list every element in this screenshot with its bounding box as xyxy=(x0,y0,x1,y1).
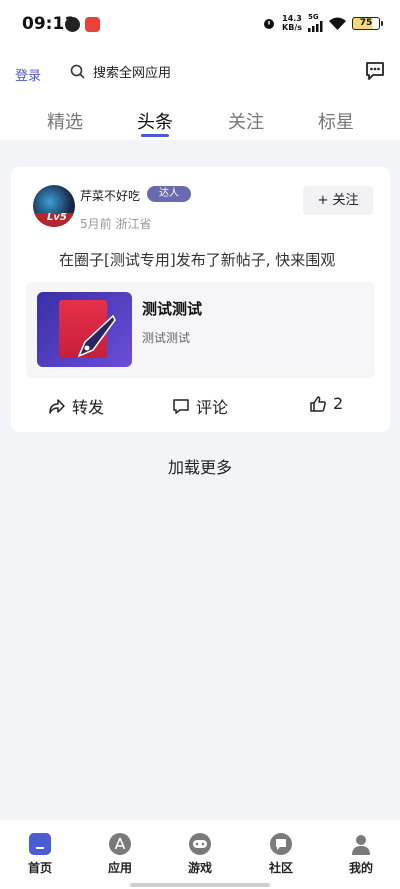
nav-community[interactable]: 社区 xyxy=(256,833,306,876)
cat-app-icon xyxy=(65,17,80,32)
battery-icon: 75 xyxy=(352,16,383,30)
net-speed-unit: KB/s xyxy=(282,23,302,32)
network-type: 5G xyxy=(308,13,319,21)
shared-post-card[interactable]: 测试测试 测试测试 xyxy=(26,282,375,378)
forward-label: 转发 xyxy=(72,398,105,417)
forward-button[interactable]: 转发 xyxy=(48,394,104,418)
message-icon[interactable] xyxy=(364,60,386,82)
avatar[interactable]: Lv5 xyxy=(33,185,75,227)
nav-games-label: 游戏 xyxy=(187,861,212,875)
search-bar[interactable]: 搜索全网应用 xyxy=(70,62,171,81)
tab-following[interactable]: 关注 xyxy=(216,108,276,134)
follow-button[interactable]: + 关注 xyxy=(303,186,373,215)
comment-icon xyxy=(173,399,189,414)
post-card[interactable]: Lv5 芹菜不好吃 达人 5月前 浙江省 + 关注 在圈子[测试专用]发布了新帖… xyxy=(11,167,390,432)
gamepad-icon xyxy=(189,833,211,855)
shared-post-thumbnail xyxy=(37,292,132,367)
battery-level: 75 xyxy=(359,17,373,28)
signal-group: 5G xyxy=(308,14,323,32)
search-icon xyxy=(70,64,85,79)
alarm-icon xyxy=(264,19,275,29)
nav-profile-label: 我的 xyxy=(348,861,373,875)
pen-nib-icon xyxy=(77,314,116,358)
top-header: 登录 搜索全网应用 精选 头条 关注 标星 xyxy=(0,48,400,140)
music-app-icon xyxy=(85,17,100,32)
home-icon xyxy=(29,833,51,855)
shared-post-title: 测试测试 xyxy=(142,300,203,318)
nav-apps[interactable]: 应用 xyxy=(95,833,145,876)
nav-home[interactable]: 首页 xyxy=(15,833,65,876)
nav-apps-label: 应用 xyxy=(107,861,132,875)
net-speed: 14.3 KB/s xyxy=(282,14,302,32)
nav-games[interactable]: 游戏 xyxy=(175,833,225,876)
chat-bubble-icon xyxy=(270,833,292,855)
feed-tabs: 精选 头条 关注 标星 xyxy=(0,104,400,140)
forward-icon xyxy=(49,399,65,414)
tab-headlines[interactable]: 头条 xyxy=(125,108,185,134)
thumbs-up-icon xyxy=(310,395,326,412)
nav-profile[interactable]: 我的 xyxy=(336,833,386,876)
comment-button[interactable]: 评论 xyxy=(172,394,228,418)
profile-icon xyxy=(350,833,372,855)
user-badge: 达人 xyxy=(147,186,191,202)
user-level: Lv5 xyxy=(47,212,67,223)
username[interactable]: 芹菜不好吃 xyxy=(80,187,140,204)
search-placeholder: 搜索全网应用 xyxy=(93,66,172,81)
status-right-group: 14.3 KB/s 5G 75 xyxy=(262,14,383,32)
login-link[interactable]: 登录 xyxy=(15,65,41,84)
like-button[interactable]: 2 xyxy=(309,394,343,413)
post-meta: 5月前 浙江省 xyxy=(80,217,152,231)
comment-label: 评论 xyxy=(196,398,229,417)
status-bar: 09:11 14.3 KB/s 5G 75 xyxy=(0,0,400,48)
wifi-icon xyxy=(329,17,346,30)
tab-starred[interactable]: 标星 xyxy=(306,108,366,134)
bottom-nav: 首页 应用 游戏 社区 我的 xyxy=(0,820,400,889)
load-more-button[interactable]: 加载更多 xyxy=(0,454,400,478)
nav-home-label: 首页 xyxy=(27,861,52,875)
active-tab-indicator xyxy=(141,134,169,137)
home-indicator[interactable] xyxy=(130,883,270,887)
like-count: 2 xyxy=(333,394,344,413)
tab-featured[interactable]: 精选 xyxy=(35,108,95,134)
app-store-icon xyxy=(109,833,131,855)
shared-post-subtitle: 测试测试 xyxy=(142,331,191,345)
net-speed-value: 14.3 xyxy=(282,14,302,23)
post-text: 在圈子[测试专用]发布了新帖子, 快来围观 xyxy=(59,251,336,269)
signal-icon xyxy=(308,21,323,32)
nav-community-label: 社区 xyxy=(268,861,293,875)
post-actions: 转发 评论 2 xyxy=(11,390,390,420)
